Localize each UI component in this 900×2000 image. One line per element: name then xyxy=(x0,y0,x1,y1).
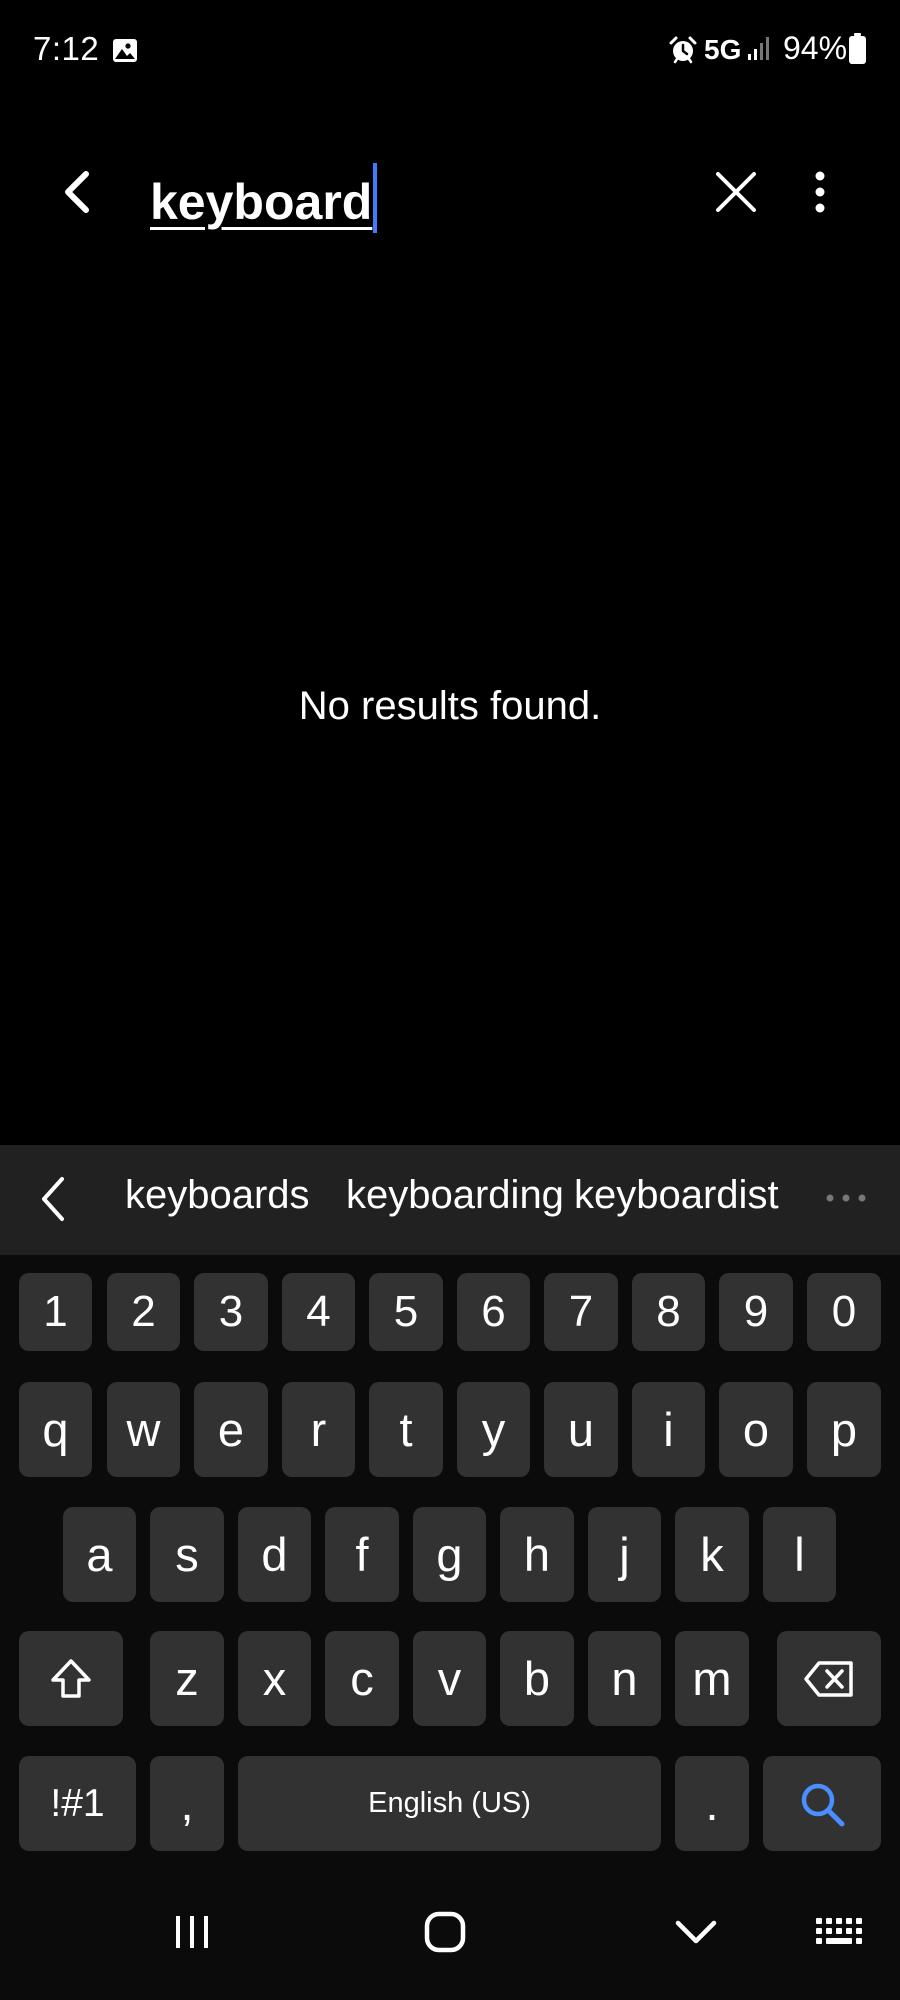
key-b[interactable]: b xyxy=(500,1631,574,1726)
key-q[interactable]: q xyxy=(19,1382,92,1477)
keyboard-switch-button[interactable] xyxy=(808,1900,872,1964)
key-r[interactable]: r xyxy=(282,1382,355,1477)
text-cursor xyxy=(373,163,378,233)
backspace-icon xyxy=(804,1660,853,1697)
key-o[interactable]: o xyxy=(719,1382,793,1477)
status-time: 7:12 xyxy=(33,30,100,67)
more-suggestions-button[interactable] xyxy=(816,1183,876,1213)
key-2[interactable]: 2 xyxy=(107,1273,180,1351)
home-button[interactable] xyxy=(413,1900,477,1964)
home-icon xyxy=(424,1911,466,1953)
key-x[interactable]: x xyxy=(238,1631,311,1726)
back-arrow-icon xyxy=(65,171,89,213)
no-results-message: No results found. xyxy=(298,684,602,728)
status-bar: 7:12 5G 94% xyxy=(0,0,900,100)
network-type: 5G xyxy=(704,34,742,65)
key-h[interactable]: h xyxy=(500,1507,574,1602)
key-g[interactable]: g xyxy=(413,1507,486,1602)
key-p[interactable]: p xyxy=(807,1382,881,1477)
settings-search-screen: 7:12 5G 94% k e y board No results found. k… xyxy=(0,0,900,2000)
more-options-button[interactable] xyxy=(790,160,850,224)
key-i[interactable]: i xyxy=(632,1382,705,1477)
comma-key[interactable]: , xyxy=(150,1756,224,1851)
suggestion-back-button[interactable] xyxy=(24,1169,84,1229)
hide-keyboard-icon xyxy=(675,1920,717,1944)
search-query-text: keyboard xyxy=(150,174,373,230)
key-0[interactable]: 0 xyxy=(807,1273,881,1351)
period-key[interactable]: . xyxy=(675,1756,749,1851)
key-k[interactable]: k xyxy=(675,1507,749,1602)
gallery-icon xyxy=(113,39,137,62)
shift-key[interactable] xyxy=(19,1631,123,1726)
symbols-key[interactable]: !#1 xyxy=(19,1756,136,1851)
key-1[interactable]: 1 xyxy=(19,1273,92,1351)
key-u[interactable]: u xyxy=(544,1382,618,1477)
more-vert-icon xyxy=(815,171,825,213)
clear-search-button[interactable] xyxy=(704,160,768,224)
key-l[interactable]: l xyxy=(763,1507,836,1602)
key-v[interactable]: v xyxy=(413,1631,486,1726)
key-m[interactable]: m xyxy=(675,1631,749,1726)
search-input[interactable]: keyboard xyxy=(148,155,668,235)
suggestion-keyboarding[interactable]: keyboarding xyxy=(346,1173,564,1218)
back-button[interactable] xyxy=(46,160,110,224)
battery-percent: 94% xyxy=(783,30,848,66)
key-a[interactable]: a xyxy=(63,1507,136,1602)
key-z[interactable]: z xyxy=(150,1631,224,1726)
search-icon xyxy=(801,1783,845,1826)
more-horiz-icon xyxy=(826,1194,866,1202)
hide-keyboard-button[interactable] xyxy=(664,1900,728,1964)
key-e[interactable]: e xyxy=(194,1382,268,1477)
key-t[interactable]: t xyxy=(369,1382,443,1477)
key-y[interactable]: y xyxy=(457,1382,530,1477)
key-9[interactable]: 9 xyxy=(719,1273,793,1351)
battery-icon xyxy=(849,33,866,64)
key-4[interactable]: 4 xyxy=(282,1273,355,1351)
chevron-left-icon xyxy=(42,1177,64,1221)
key-3[interactable]: 3 xyxy=(194,1273,268,1351)
shift-icon xyxy=(51,1658,91,1698)
suggestion-bar: keyboards keyboarding keyboardist xyxy=(0,1145,900,1255)
key-d[interactable]: d xyxy=(238,1507,311,1602)
key-w[interactable]: w xyxy=(107,1382,180,1477)
key-8[interactable]: 8 xyxy=(632,1273,705,1351)
keyboard-switch-icon xyxy=(816,1918,862,1944)
key-5[interactable]: 5 xyxy=(369,1273,443,1351)
key-6[interactable]: 6 xyxy=(457,1273,530,1351)
key-n[interactable]: n xyxy=(588,1631,661,1726)
key-s[interactable]: s xyxy=(150,1507,224,1602)
key-7[interactable]: 7 xyxy=(544,1273,618,1351)
close-icon xyxy=(716,172,756,212)
key-c[interactable]: c xyxy=(325,1631,399,1726)
space-key[interactable]: English (US) xyxy=(238,1756,661,1851)
recents-button[interactable] xyxy=(160,1900,224,1964)
key-j[interactable]: j xyxy=(588,1507,661,1602)
recents-icon xyxy=(176,1916,208,1948)
suggestion-keyboards[interactable]: keyboards xyxy=(125,1173,310,1218)
suggestion-keyboardist[interactable]: keyboardist xyxy=(574,1173,779,1218)
search-key[interactable] xyxy=(763,1756,881,1851)
backspace-key[interactable] xyxy=(777,1631,881,1726)
alarm-icon xyxy=(669,36,697,64)
on-screen-keyboard: keyboards keyboarding keyboardist 1 2 3 … xyxy=(0,1145,900,2000)
key-f[interactable]: f xyxy=(325,1507,399,1602)
navigation-bar xyxy=(0,1880,900,2000)
signal-icon xyxy=(748,37,769,60)
